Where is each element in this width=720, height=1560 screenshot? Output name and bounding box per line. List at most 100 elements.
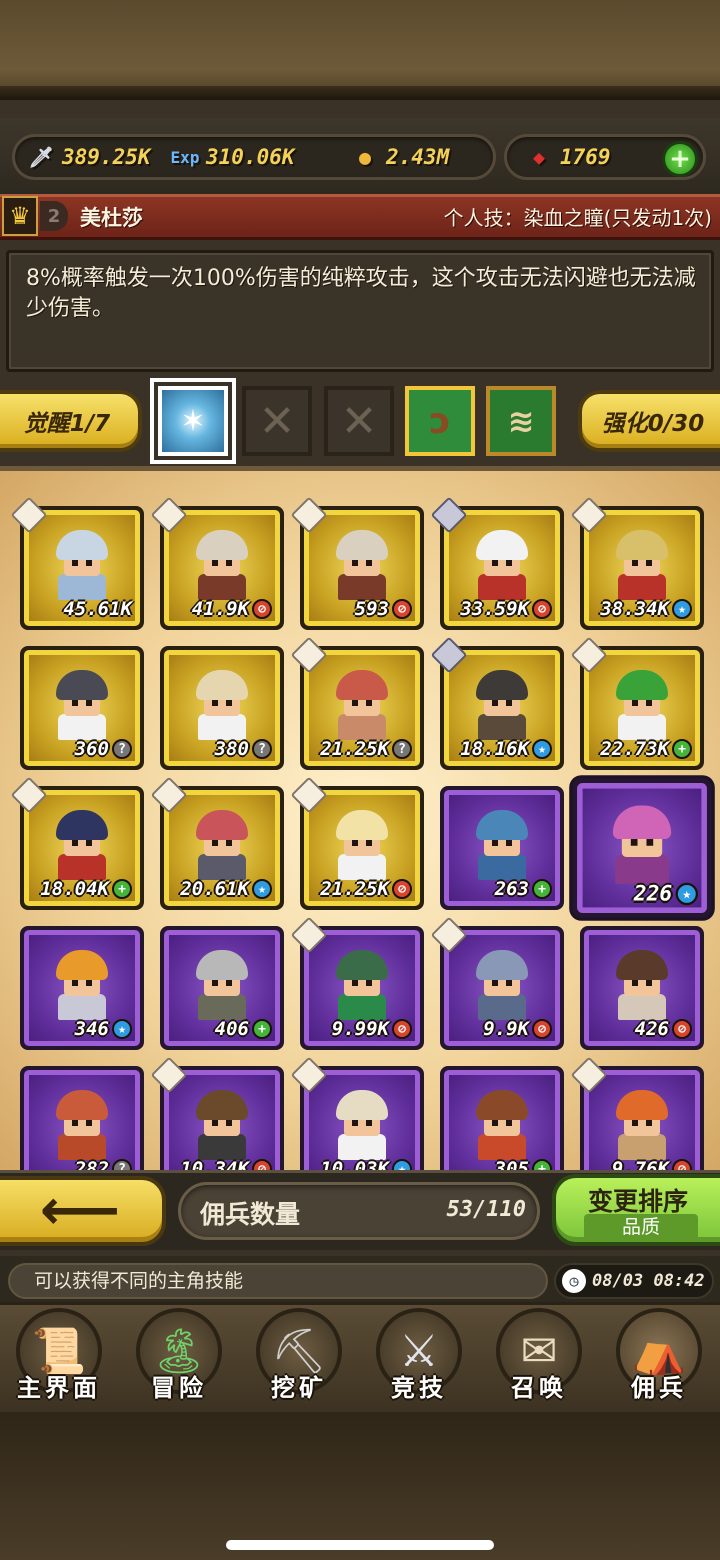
- mercenary-card[interactable]: 33.59K ⊘: [430, 496, 564, 630]
- personal-skill-title: 个人技：染血之瞳(只发动1次): [443, 206, 712, 230]
- portrait-body: [478, 574, 526, 600]
- mercenary-power: 263 +: [495, 878, 552, 900]
- red-class-icon: ⊘: [392, 879, 412, 899]
- mercenary-power-value: 360: [74, 738, 109, 760]
- sword-icon: 🗡: [28, 145, 54, 169]
- portrait-hair: [476, 810, 528, 840]
- gem-resource: ◆ 1769: [524, 142, 611, 172]
- mercenary-power-value: 406: [214, 1018, 249, 1040]
- portrait-eye: [352, 700, 358, 706]
- awaken-slot-1[interactable]: ✶: [150, 378, 236, 464]
- mercenary-portrait: [190, 670, 254, 742]
- enhance-button[interactable]: 强化0/30: [578, 390, 720, 452]
- portrait-eye: [86, 700, 92, 706]
- locked-icon: ✕: [258, 395, 296, 447]
- portrait-body: [478, 854, 526, 880]
- home-indicator[interactable]: [226, 1540, 494, 1550]
- mercenary-card[interactable]: 41.9K ⊘: [150, 496, 284, 630]
- mercenary-portrait: [470, 810, 534, 882]
- mercenary-card[interactable]: 426 ⊘: [580, 926, 704, 1050]
- mercenary-power: 593 ⊘: [355, 598, 412, 620]
- portrait-hair: [196, 530, 248, 560]
- gold-resource: ● 2.43M: [350, 142, 449, 172]
- portrait-eye: [492, 700, 498, 706]
- mercenary-power: 41.9K ⊘: [192, 598, 272, 620]
- mercenary-card[interactable]: 380?: [160, 646, 284, 770]
- mercenary-card[interactable]: 263 +: [440, 786, 564, 910]
- mercenary-card[interactable]: 346 ★: [20, 926, 144, 1050]
- portrait-eye: [366, 560, 372, 566]
- awaken-slot-3[interactable]: ✕: [324, 386, 394, 456]
- mercenary-power-value: 22.73K: [600, 738, 669, 760]
- rune-icon: ✶: [180, 403, 206, 439]
- mercenary-card[interactable]: 18.16K ★: [430, 636, 564, 770]
- nav-adventure[interactable]: 🏝 冒险: [124, 1308, 234, 1404]
- awaken-slot-5[interactable]: ≋: [486, 386, 556, 456]
- mercenary-power: 22.73K +: [600, 738, 692, 760]
- portrait-eye: [212, 980, 218, 986]
- mercenary-count-label: 佣兵数量: [200, 1200, 301, 1229]
- mercenary-power: 21.25K?: [320, 738, 412, 760]
- mercenary-portrait: [470, 670, 534, 742]
- back-button[interactable]: ⟵: [0, 1176, 166, 1246]
- nav-main[interactable]: 📜 主界面: [4, 1308, 114, 1404]
- portrait-hair: [616, 530, 668, 560]
- portrait-eye: [212, 1120, 218, 1126]
- mercenary-power-value: 346: [74, 1018, 109, 1040]
- crown-icon: ♛: [2, 196, 38, 236]
- portrait-hair: [56, 810, 108, 840]
- portrait-eye: [492, 840, 498, 846]
- blue-class-icon: ★: [252, 879, 272, 899]
- map-background: [0, 0, 720, 100]
- mercenary-portrait: [470, 1090, 534, 1162]
- mercenary-power: 45.61K: [63, 598, 132, 620]
- mercenary-card[interactable]: 21.25K?: [290, 636, 424, 770]
- mercenary-card[interactable]: 38.34K ★: [570, 496, 704, 630]
- mercenary-card[interactable]: 45.61K: [10, 496, 144, 630]
- coin-icon: ●: [358, 145, 372, 169]
- mercenary-card[interactable]: 9.9K ⊘: [430, 916, 564, 1050]
- mercenary-card[interactable]: 9.99K ⊘: [290, 916, 424, 1050]
- portrait-eye: [646, 980, 652, 986]
- nav-mining[interactable]: ⛏ 挖矿: [244, 1308, 354, 1404]
- awaken-button[interactable]: 觉醒1/7: [0, 390, 142, 452]
- blue-class-icon: ★: [672, 599, 692, 619]
- portrait-eye: [506, 980, 512, 986]
- mercenary-portrait: [470, 530, 534, 602]
- mercenary-portrait: [610, 950, 674, 1022]
- scroll-icon: ≋: [507, 402, 535, 440]
- nav-arena[interactable]: ⚔ 竞技: [364, 1308, 474, 1404]
- portrait-eye: [86, 980, 92, 986]
- mercenary-card[interactable]: 360?: [20, 646, 144, 770]
- mercenary-card[interactable]: 18.04K +: [10, 776, 144, 910]
- mercenary-card[interactable]: 20.61K ★: [150, 776, 284, 910]
- blue-class-icon: ★: [112, 1019, 132, 1039]
- portrait-body: [198, 994, 246, 1020]
- mercenary-card[interactable]: 593 ⊘: [290, 496, 424, 630]
- nav-label: 挖矿: [271, 1374, 327, 1402]
- awaken-slot-2[interactable]: ✕: [242, 386, 312, 456]
- red-class-icon: ⊘: [532, 599, 552, 619]
- awaken-slot-4[interactable]: ↄ: [405, 386, 475, 456]
- exp-icon: Exp: [170, 147, 200, 167]
- add-gem-button[interactable]: +: [662, 141, 698, 177]
- portrait-body: [478, 994, 526, 1020]
- portrait-eye: [646, 1120, 652, 1126]
- nav-summon[interactable]: ✉ 召唤: [484, 1308, 594, 1404]
- mercenary-card[interactable]: 406 +: [160, 926, 284, 1050]
- mercenary-power: 226 ★: [634, 882, 698, 906]
- mercenary-card[interactable]: 226 ★: [572, 778, 712, 918]
- portrait-eye: [646, 700, 652, 706]
- mercenary-power-value: 9.9K: [483, 1018, 529, 1040]
- portrait-eye: [492, 1120, 498, 1126]
- portrait-body: [618, 574, 666, 600]
- nav-mercenary[interactable]: ⛺ 佣兵: [604, 1308, 714, 1404]
- portrait-body: [478, 1134, 526, 1160]
- portrait-body: [198, 574, 246, 600]
- mercenary-portrait: [190, 530, 254, 602]
- mercenary-card[interactable]: 21.25K ⊘: [290, 776, 424, 910]
- blue-class-icon: ★: [532, 739, 552, 759]
- mercenary-card[interactable]: 22.73K +: [570, 636, 704, 770]
- portrait-body: [615, 854, 669, 884]
- red-class-icon: ⊘: [392, 599, 412, 619]
